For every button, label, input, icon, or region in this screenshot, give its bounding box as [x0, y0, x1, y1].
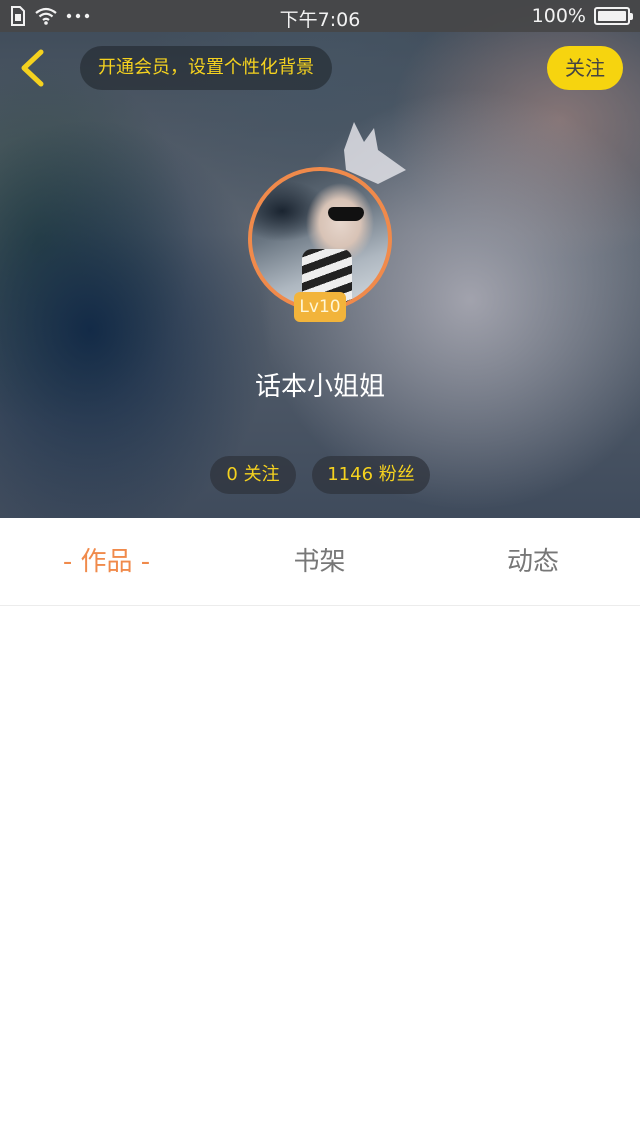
tab-activity[interactable]: 动态 [426, 518, 640, 606]
status-right: 100% [531, 5, 633, 27]
battery-icon [594, 7, 633, 25]
profile-header: 下午7:06 100% 开通会员，设置个性化背景 关注 Lv10 话本小姐姐 0… [0, 0, 640, 518]
avatar-photo-detail [328, 207, 364, 221]
vip-promo-button[interactable]: 开通会员，设置个性化背景 [80, 46, 332, 90]
profile-tabs: - 作品 - 书架 动态 [0, 518, 640, 606]
tab-works[interactable]: - 作品 - [0, 518, 213, 606]
username: 话本小姐姐 [254, 372, 385, 402]
back-button[interactable] [14, 48, 54, 88]
tab-bookshelf[interactable]: 书架 [213, 518, 426, 606]
back-arrow-icon [21, 49, 44, 87]
fans-count-button[interactable]: 1146 粉丝 [312, 456, 430, 494]
follow-button[interactable]: 关注 [547, 46, 623, 90]
battery-percent: 100% [531, 5, 586, 27]
avatar[interactable] [248, 167, 392, 311]
level-badge: Lv10 [294, 292, 346, 322]
status-bar: 下午7:06 100% [0, 0, 640, 32]
tab-content-area [0, 607, 640, 1138]
following-count-button[interactable]: 0 关注 [210, 456, 296, 494]
